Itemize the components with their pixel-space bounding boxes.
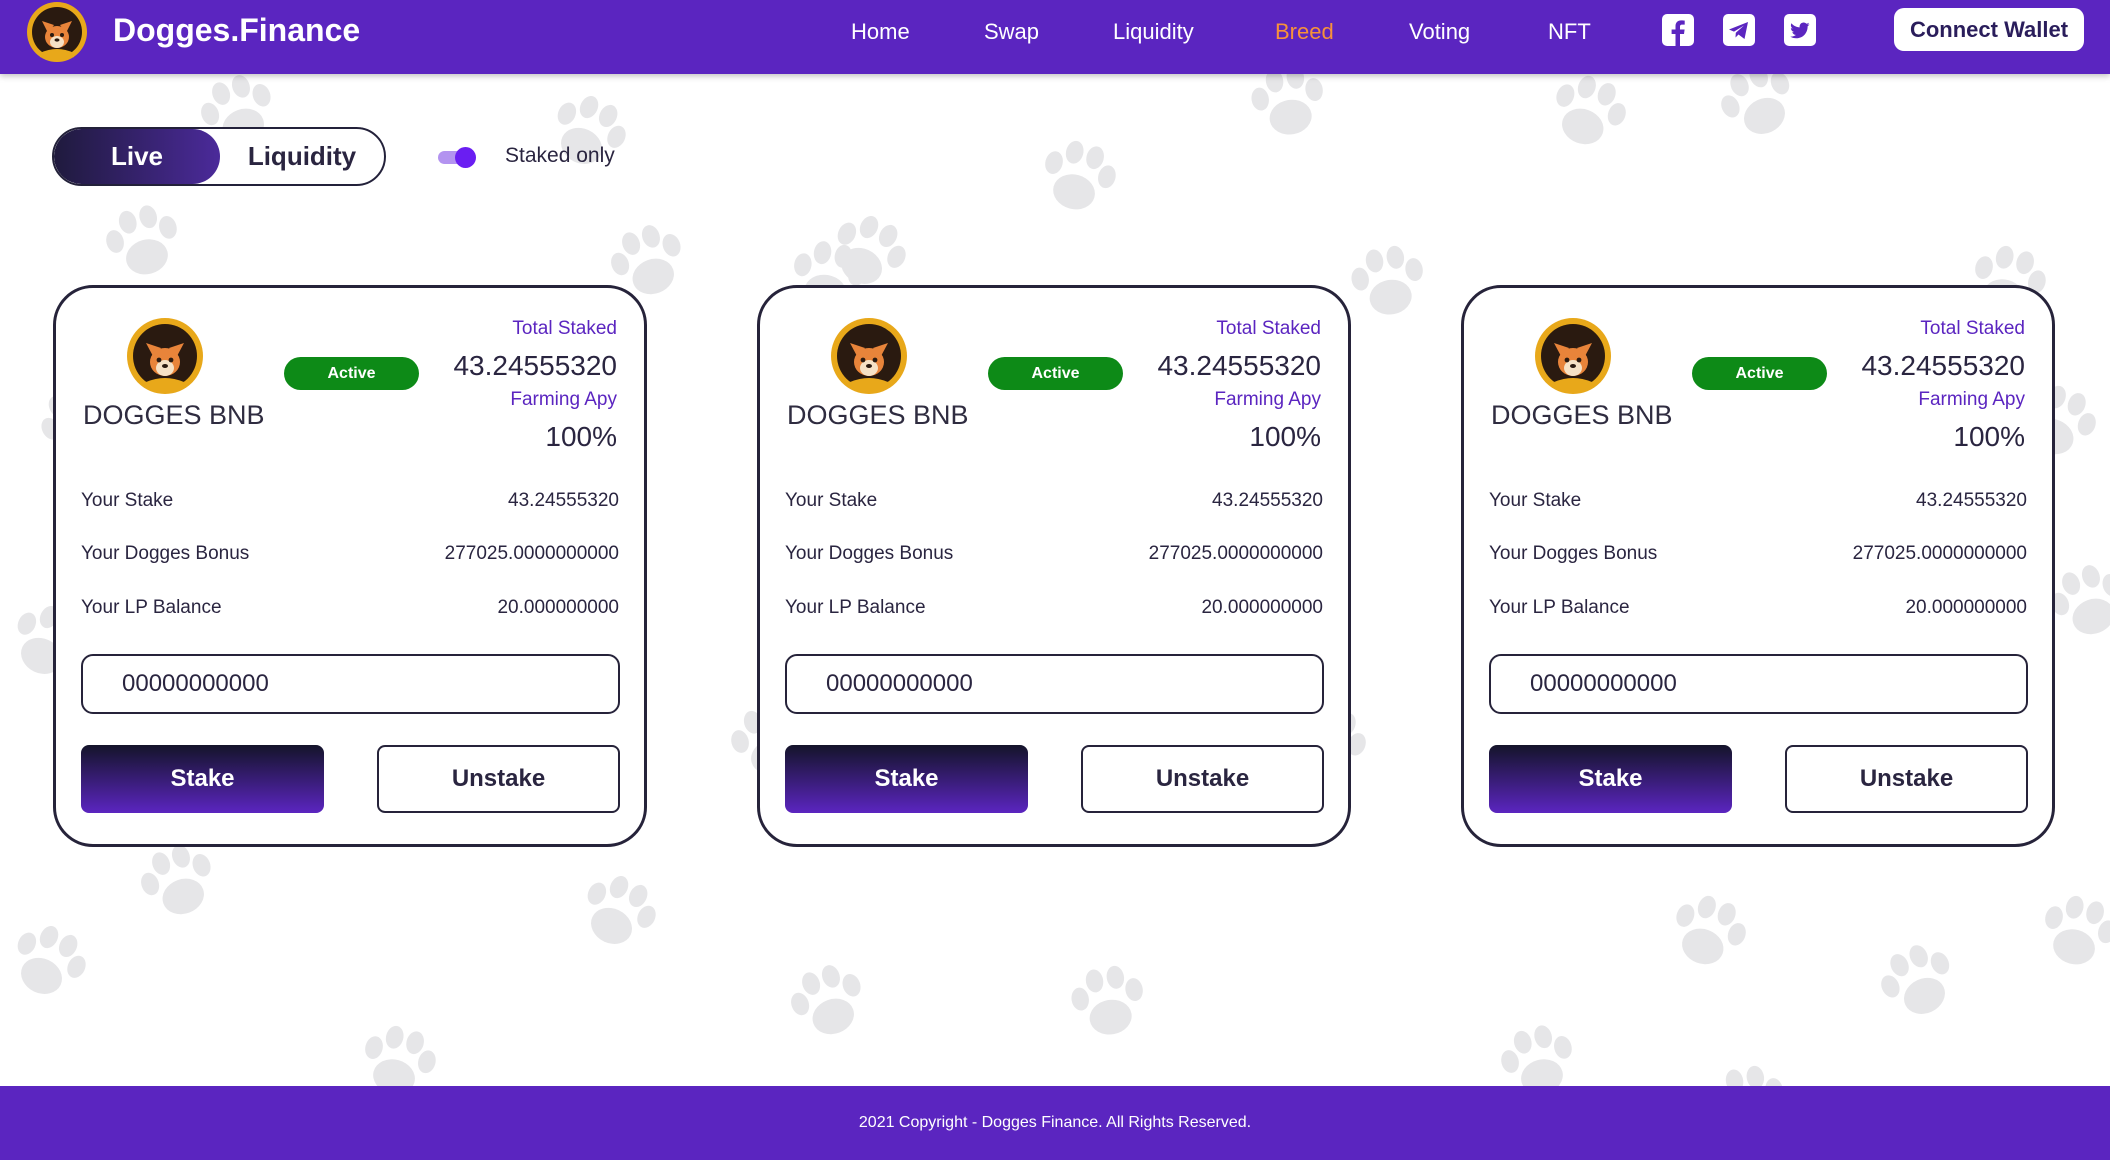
paw-print-icon bbox=[554, 848, 682, 976]
status-badge: Active bbox=[1692, 357, 1827, 390]
pool-card: DOGGES BNB Active Total Staked 43.24555320 F… bbox=[53, 285, 647, 847]
total-staked-value: 43.24555320 bbox=[1861, 350, 2025, 381]
stake-amount-input[interactable] bbox=[81, 654, 620, 714]
status-badge: Active bbox=[988, 357, 1123, 390]
lp-balance-value: 20.000000000 bbox=[1201, 597, 1323, 618]
paw-print-icon bbox=[1694, 74, 1822, 166]
paw-print-icon bbox=[766, 940, 889, 1063]
dogges-token-icon bbox=[830, 317, 908, 395]
farming-apy-value: 100% bbox=[1249, 421, 1321, 452]
total-staked-label: Total Staked bbox=[1216, 318, 1321, 339]
lp-balance-label: Your LP Balance bbox=[81, 597, 222, 618]
your-stake-value: 43.24555320 bbox=[508, 490, 619, 511]
unstake-button[interactable]: Unstake bbox=[1081, 745, 1324, 813]
unstake-button[interactable]: Unstake bbox=[1785, 745, 2028, 813]
twitter-icon[interactable] bbox=[1783, 13, 1817, 47]
dogges-token-icon bbox=[1534, 317, 1612, 395]
brand-name[interactable]: Dogges.Finance bbox=[113, 12, 360, 49]
lp-balance-value: 20.000000000 bbox=[1905, 597, 2027, 618]
facebook-icon[interactable] bbox=[1661, 13, 1695, 47]
copyright-text: 2021 Copyright - Dogges Finance. All Rig… bbox=[858, 1114, 1252, 1131]
paw-print-icon bbox=[84, 183, 202, 301]
total-staked-label: Total Staked bbox=[512, 318, 617, 339]
pool-pair-name: DOGGES BNB bbox=[83, 400, 265, 430]
dogges-bonus-label: Your Dogges Bonus bbox=[81, 543, 250, 564]
total-staked-value: 43.24555320 bbox=[453, 350, 617, 381]
paw-print-icon bbox=[1854, 918, 1982, 1046]
stake-button[interactable]: Stake bbox=[81, 745, 324, 813]
paw-print-icon bbox=[524, 74, 652, 196]
pool-pair-name: DOGGES BNB bbox=[787, 400, 969, 430]
pool-pair-name: DOGGES BNB bbox=[1491, 400, 1673, 430]
lp-balance-label: Your LP Balance bbox=[1489, 597, 1630, 618]
dogges-bonus-value: 277025.0000000000 bbox=[444, 543, 619, 564]
lp-balance-value: 20.000000000 bbox=[497, 597, 619, 618]
dogges-logo[interactable] bbox=[26, 1, 88, 63]
connect-wallet-button[interactable]: Connect Wallet bbox=[1894, 8, 2084, 51]
nav-breed[interactable]: Breed bbox=[1275, 19, 1334, 45]
pool-type-switch: Live Liquidity bbox=[52, 127, 386, 186]
dogges-token-icon bbox=[126, 317, 204, 395]
staked-only-toggle[interactable] bbox=[438, 147, 478, 168]
staked-only-label: Staked only bbox=[505, 144, 615, 167]
paw-print-icon bbox=[2019, 873, 2110, 991]
tab-liquidity[interactable]: Liquidity bbox=[220, 129, 384, 184]
toggle-knob bbox=[455, 147, 476, 168]
total-staked-label: Total Staked bbox=[1920, 318, 2025, 339]
stake-button[interactable]: Stake bbox=[785, 745, 1028, 813]
pool-card: DOGGES BNB Active Total Staked 43.24555320 F… bbox=[1461, 285, 2055, 847]
status-badge: Active bbox=[284, 357, 419, 390]
nav-voting[interactable]: Voting bbox=[1409, 19, 1470, 45]
telegram-icon[interactable] bbox=[1722, 13, 1756, 47]
nav-nft[interactable]: NFT bbox=[1548, 19, 1591, 45]
paw-print-icon bbox=[1692, 1046, 1803, 1086]
farming-apy-label: Farming Apy bbox=[510, 389, 617, 410]
total-staked-value: 43.24555320 bbox=[1157, 350, 1321, 381]
dogges-bonus-label: Your Dogges Bonus bbox=[785, 543, 954, 564]
pool-card: DOGGES BNB Active Total Staked 43.24555320 F… bbox=[757, 285, 1351, 847]
paw-print-icon bbox=[1019, 118, 1137, 236]
your-stake-value: 43.24555320 bbox=[1212, 490, 1323, 511]
nav-home[interactable]: Home bbox=[851, 19, 910, 45]
paw-print-icon bbox=[339, 1003, 457, 1086]
footer: 2021 Copyright - Dogges Finance. All Rig… bbox=[0, 1086, 2110, 1160]
paw-print-icon bbox=[0, 898, 112, 1026]
stake-amount-input[interactable] bbox=[785, 654, 1324, 714]
paw-print-icon bbox=[1232, 74, 1343, 158]
your-stake-label: Your Stake bbox=[1489, 490, 1582, 511]
stake-button[interactable]: Stake bbox=[1489, 745, 1732, 813]
tab-live[interactable]: Live bbox=[54, 129, 220, 184]
dogges-bonus-value: 277025.0000000000 bbox=[1148, 543, 1323, 564]
your-stake-label: Your Stake bbox=[81, 490, 174, 511]
unstake-button[interactable]: Unstake bbox=[377, 745, 620, 813]
farming-apy-value: 100% bbox=[1953, 421, 2025, 452]
farming-apy-label: Farming Apy bbox=[1918, 389, 2025, 410]
dogges-bonus-value: 277025.0000000000 bbox=[1852, 543, 2027, 564]
farming-apy-value: 100% bbox=[545, 421, 617, 452]
top-navbar: Dogges.Finance Home Swap Liquidity Breed… bbox=[0, 0, 2110, 74]
paw-print-icon bbox=[1526, 74, 1649, 174]
dogges-bonus-label: Your Dogges Bonus bbox=[1489, 543, 1658, 564]
farming-apy-label: Farming Apy bbox=[1214, 389, 1321, 410]
nav-liquidity[interactable]: Liquidity bbox=[1113, 19, 1194, 45]
paw-print-icon bbox=[1646, 870, 1769, 993]
paw-print-icon bbox=[1052, 946, 1163, 1057]
your-stake-label: Your Stake bbox=[785, 490, 878, 511]
stake-amount-input[interactable] bbox=[1489, 654, 2028, 714]
paw-print-icon bbox=[1479, 1003, 1597, 1086]
lp-balance-label: Your LP Balance bbox=[785, 597, 926, 618]
your-stake-value: 43.24555320 bbox=[1916, 490, 2027, 511]
nav-swap[interactable]: Swap bbox=[984, 19, 1039, 45]
